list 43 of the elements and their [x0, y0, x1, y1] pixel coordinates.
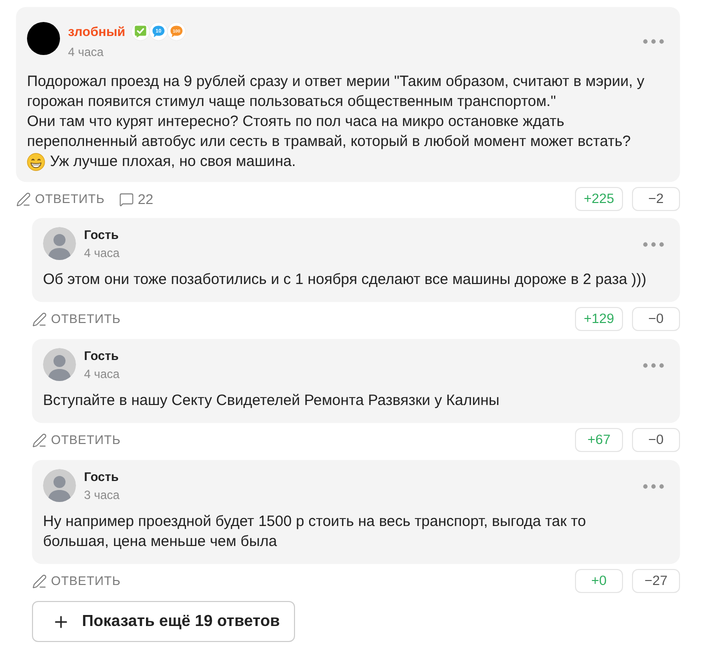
- downvote-button[interactable]: −0: [632, 428, 680, 452]
- comment-author: Гость: [84, 227, 119, 243]
- comment-author: Гость: [84, 348, 119, 364]
- downvote-button[interactable]: −2: [632, 187, 680, 211]
- comment-author: злобный: [68, 24, 126, 40]
- comment-text: Об этом они тоже позаботились и с 1 ноября сделают все машины дороже в 2 раза ))): [43, 270, 648, 290]
- comment-text: Уж лучше плохая, но своя машина.: [50, 152, 296, 172]
- more-options-icon[interactable]: [643, 38, 664, 44]
- comment-time: 4 часа: [84, 245, 121, 261]
- avatar-icon: [43, 227, 76, 260]
- pencil-icon: [32, 574, 47, 588]
- upvote-button[interactable]: +129: [575, 307, 623, 331]
- upvote-button[interactable]: +225: [575, 187, 623, 211]
- more-options-icon[interactable]: [643, 362, 664, 368]
- upvote-button[interactable]: +67: [575, 428, 623, 452]
- downvote-button[interactable]: −27: [632, 569, 680, 593]
- grinning-face-icon: [27, 153, 45, 171]
- more-options-icon[interactable]: [643, 242, 664, 246]
- comment-text: Вступайте в нашу Секту Свидетелей Ремонта Развязки у Калины: [43, 391, 500, 411]
- reply-button[interactable]: ОТВЕТИТЬ: [16, 191, 105, 207]
- comment-time: 4 часа: [84, 366, 121, 382]
- avatar-icon: [43, 348, 76, 381]
- reply-button[interactable]: ОТВЕТИТЬ: [32, 311, 121, 327]
- upvote-button[interactable]: +0: [575, 569, 623, 593]
- comment-time: 4 часа: [68, 44, 105, 60]
- reply-button[interactable]: ОТВЕТИТЬ: [32, 432, 121, 448]
- pencil-icon: [32, 432, 47, 448]
- comment-time: 3 часа: [84, 487, 121, 503]
- comment-author: Гость: [84, 469, 119, 485]
- speech-bubble-icon: [118, 192, 134, 206]
- comment-text: Они там что курят интересно? Стоять по пол часа на микро остановке ждать переполненный автобус или сесть в трамвай, который в любой момент может встать?: [27, 112, 632, 152]
- show-more-button[interactable]: Показать ещё 19 ответов: [32, 601, 295, 642]
- comment-text: Подорожал проезд на 9 рублей сразу и ответ мерии "Таким образом, считают в мэрии, у горожан появится стимул чаще пользоваться общественным транспортом.": [27, 72, 646, 112]
- downvote-button[interactable]: −0: [632, 307, 680, 331]
- more-options-icon[interactable]: [643, 484, 664, 488]
- pencil-icon: [16, 192, 31, 206]
- comment-text: Ну например проездной будет 1500 р стоить на весь транспорт, выгода так то большая, цена меньше чем была: [43, 512, 587, 552]
- pencil-icon: [32, 312, 47, 326]
- avatar-icon: [27, 22, 60, 55]
- check-badge-icon: [131, 22, 150, 41]
- reply-button[interactable]: ОТВЕТИТЬ: [32, 573, 121, 589]
- comments-button[interactable]: 22: [118, 191, 154, 207]
- avatar-icon: [43, 469, 76, 502]
